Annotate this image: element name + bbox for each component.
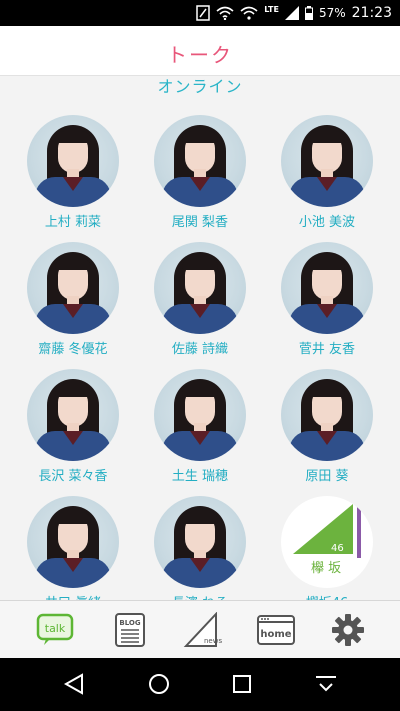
home-icon: home xyxy=(257,615,295,645)
news-icon: news xyxy=(183,612,222,647)
nav-news-label: news xyxy=(204,637,222,645)
circle-home-icon xyxy=(149,674,169,694)
talk-icon: talk xyxy=(36,613,74,645)
member-item[interactable]: 佐藤 詩織 xyxy=(145,242,255,357)
member-name: 佐藤 詩織 xyxy=(171,342,229,357)
avatar xyxy=(154,242,246,334)
member-grid[interactable]: オンライン 上村 莉菜 尾関 梨香 小池 美波 齋藤 冬優花 佐藤 詩織 菅井 … xyxy=(0,76,400,600)
notification-icon xyxy=(196,5,211,21)
logo-number: 46 xyxy=(331,543,344,554)
nav-blog-label: BLOG xyxy=(119,619,140,627)
avatar xyxy=(27,242,119,334)
member-name: 長沢 菜々香 xyxy=(38,469,108,484)
clock: 21:23 xyxy=(351,5,392,21)
battery-icon xyxy=(304,6,313,20)
nav-blog-button[interactable]: BLOG xyxy=(108,612,152,648)
nav-home-button[interactable]: home xyxy=(254,612,298,648)
app-header: トーク xyxy=(0,26,400,76)
avatar xyxy=(154,369,246,461)
member-name: 井口 眞緒 xyxy=(18,592,128,600)
avatar xyxy=(281,369,373,461)
member-name: 小池 美波 xyxy=(298,215,356,230)
avatar xyxy=(281,242,373,334)
wifi-icon xyxy=(216,6,234,20)
member-item[interactable]: 齋藤 冬優花 xyxy=(18,242,128,357)
member-name: 齋藤 冬優花 xyxy=(38,342,108,357)
member-item[interactable]: 上村 莉菜 xyxy=(18,115,128,230)
avatar xyxy=(281,115,373,207)
back-button[interactable] xyxy=(60,672,88,696)
group-logo: 46 欅 坂 xyxy=(281,496,373,588)
page-title: トーク xyxy=(167,43,233,67)
system-nav-bar xyxy=(0,658,400,711)
member-name: 欅坂46 xyxy=(272,592,382,600)
member-name: 菅井 友香 xyxy=(298,342,356,357)
member-item[interactable]: 長沢 菜々香 xyxy=(18,369,128,484)
avatar xyxy=(27,369,119,461)
member-item[interactable]: 井口 眞緒 xyxy=(18,496,128,600)
avatar xyxy=(27,496,119,588)
member-name: 原田 葵 xyxy=(305,469,349,484)
status-bar: LTE 57% 21:23 xyxy=(0,0,400,26)
back-icon xyxy=(63,673,83,695)
avatar xyxy=(154,496,246,588)
wifi-icon-2 xyxy=(240,6,258,20)
battery-percent: 57% xyxy=(318,6,346,20)
recents-icon xyxy=(233,675,251,693)
member-name: 尾関 梨香 xyxy=(171,215,229,230)
member-item[interactable]: 長濱 ねる xyxy=(145,496,255,600)
bottom-nav: talk BLOG news home xyxy=(0,600,400,658)
avatar xyxy=(27,115,119,207)
network-type: LTE xyxy=(264,4,279,14)
nav-news-button[interactable]: news xyxy=(180,612,224,648)
member-item[interactable]: 小池 美波 xyxy=(272,115,382,230)
chevron-down-icon xyxy=(316,676,336,692)
home-system-button[interactable] xyxy=(145,672,173,696)
member-name: 上村 莉菜 xyxy=(44,215,102,230)
nav-home-label: home xyxy=(260,629,291,640)
avatar xyxy=(154,115,246,207)
member-item[interactable]: 菅井 友香 xyxy=(272,242,382,357)
member-item[interactable]: 土生 瑞穂 xyxy=(145,369,255,484)
nav-settings-button[interactable] xyxy=(326,612,370,648)
blog-icon: BLOG xyxy=(115,613,145,647)
nav-talk-label: talk xyxy=(45,622,66,635)
hide-nav-button[interactable] xyxy=(312,672,340,696)
nav-talk-button[interactable]: talk xyxy=(34,612,78,648)
member-item[interactable]: 原田 葵 xyxy=(272,369,382,484)
signal-icon xyxy=(284,6,299,20)
recents-button[interactable] xyxy=(228,672,256,696)
gear-icon xyxy=(332,614,364,646)
section-title: オンライン xyxy=(157,77,243,96)
member-item[interactable]: 尾関 梨香 xyxy=(145,115,255,230)
member-name: 土生 瑞穂 xyxy=(171,469,229,484)
logo-text: 欅 坂 xyxy=(311,561,341,576)
group-item[interactable]: 46 欅 坂 欅坂46 xyxy=(272,496,382,600)
member-name: 長濱 ねる xyxy=(145,592,255,600)
